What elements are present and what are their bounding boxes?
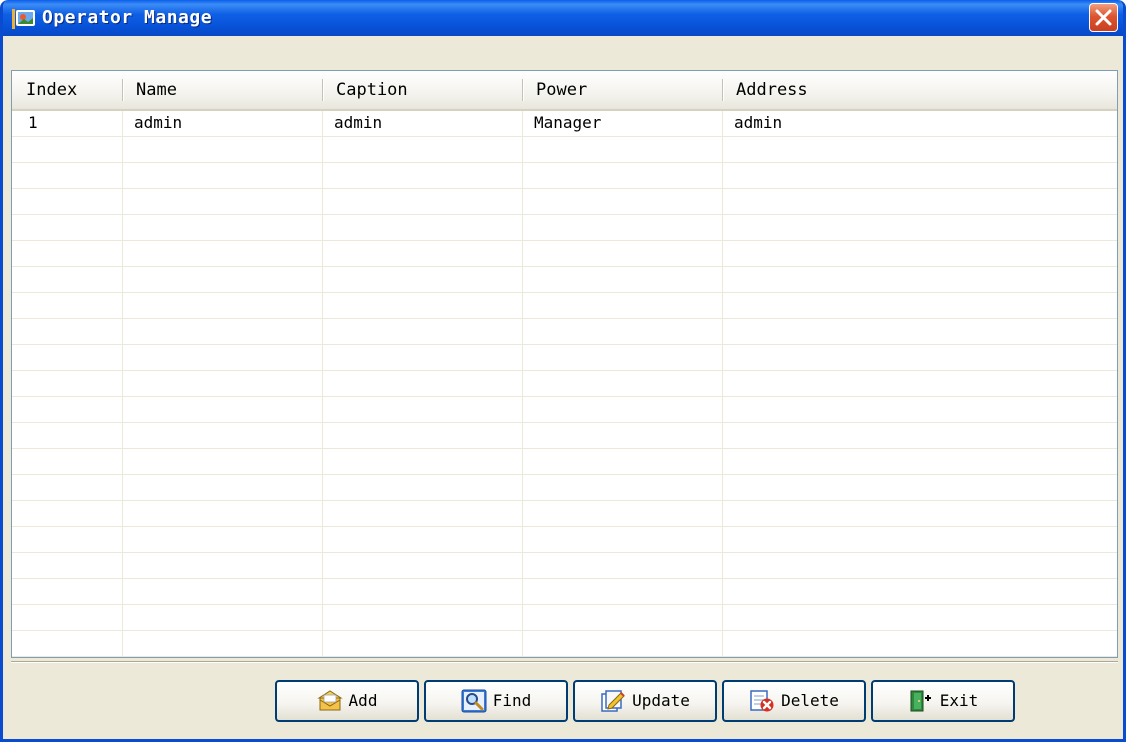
- window-title: Operator Manage: [42, 7, 213, 28]
- table-row[interactable]: 1 admin admin Manager admin: [12, 111, 1117, 137]
- magnifier-icon: [461, 689, 487, 713]
- column-header-address[interactable]: Address: [722, 71, 1117, 109]
- empty-row: [12, 319, 1117, 345]
- close-button[interactable]: [1089, 3, 1118, 32]
- edit-pencil-icon: [600, 689, 626, 713]
- app-icon: [12, 7, 36, 29]
- empty-row: [12, 137, 1117, 163]
- column-header-caption[interactable]: Caption: [322, 71, 522, 109]
- update-button-label: Update: [632, 691, 690, 710]
- title-bar[interactable]: Operator Manage: [3, 0, 1123, 36]
- empty-row: [12, 475, 1117, 501]
- cell-address: admin: [734, 113, 783, 132]
- empty-row: [12, 163, 1117, 189]
- empty-row: [12, 241, 1117, 267]
- add-button[interactable]: Add: [275, 680, 419, 722]
- column-header-index[interactable]: Index: [12, 71, 122, 109]
- empty-row: [12, 215, 1117, 241]
- cell-index: 1: [28, 113, 38, 132]
- empty-row: [12, 345, 1117, 371]
- cell-caption: admin: [334, 113, 383, 132]
- cell-name: admin: [134, 113, 183, 132]
- empty-row: [12, 371, 1117, 397]
- exit-door-icon: [908, 689, 934, 713]
- exit-button-label: Exit: [939, 691, 979, 710]
- empty-row: [12, 423, 1117, 449]
- find-button-label: Find: [492, 691, 532, 710]
- empty-row: [12, 579, 1117, 605]
- empty-row: [12, 553, 1117, 579]
- add-folder-icon: [316, 689, 343, 713]
- column-header-name[interactable]: Name: [122, 71, 322, 109]
- empty-row: [12, 605, 1117, 631]
- empty-row: [12, 501, 1117, 527]
- empty-row: [12, 293, 1117, 319]
- find-button[interactable]: Find: [424, 680, 568, 722]
- update-button[interactable]: Update: [573, 680, 717, 722]
- empty-row: [12, 267, 1117, 293]
- grid-rows: 1 admin admin Manager admin: [12, 111, 1117, 657]
- delete-button-label: Delete: [781, 691, 839, 710]
- add-button-label: Add: [348, 691, 378, 710]
- button-bar-divider: [11, 661, 1118, 663]
- operator-manage-window: Operator Manage Index Name Caption Power…: [0, 0, 1126, 742]
- delete-x-icon: [749, 689, 775, 713]
- operator-grid[interactable]: Index Name Caption Power Address 1 admin…: [11, 70, 1118, 658]
- close-icon: [1095, 9, 1112, 26]
- exit-button[interactable]: Exit: [871, 680, 1015, 722]
- empty-row: [12, 631, 1117, 657]
- cell-power: Manager: [534, 113, 602, 132]
- grid-header: Index Name Caption Power Address: [12, 71, 1117, 111]
- delete-button[interactable]: Delete: [722, 680, 866, 722]
- empty-row: [12, 527, 1117, 553]
- column-header-power[interactable]: Power: [522, 71, 722, 109]
- empty-row: [12, 449, 1117, 475]
- empty-row: [12, 189, 1117, 215]
- empty-row: [12, 397, 1117, 423]
